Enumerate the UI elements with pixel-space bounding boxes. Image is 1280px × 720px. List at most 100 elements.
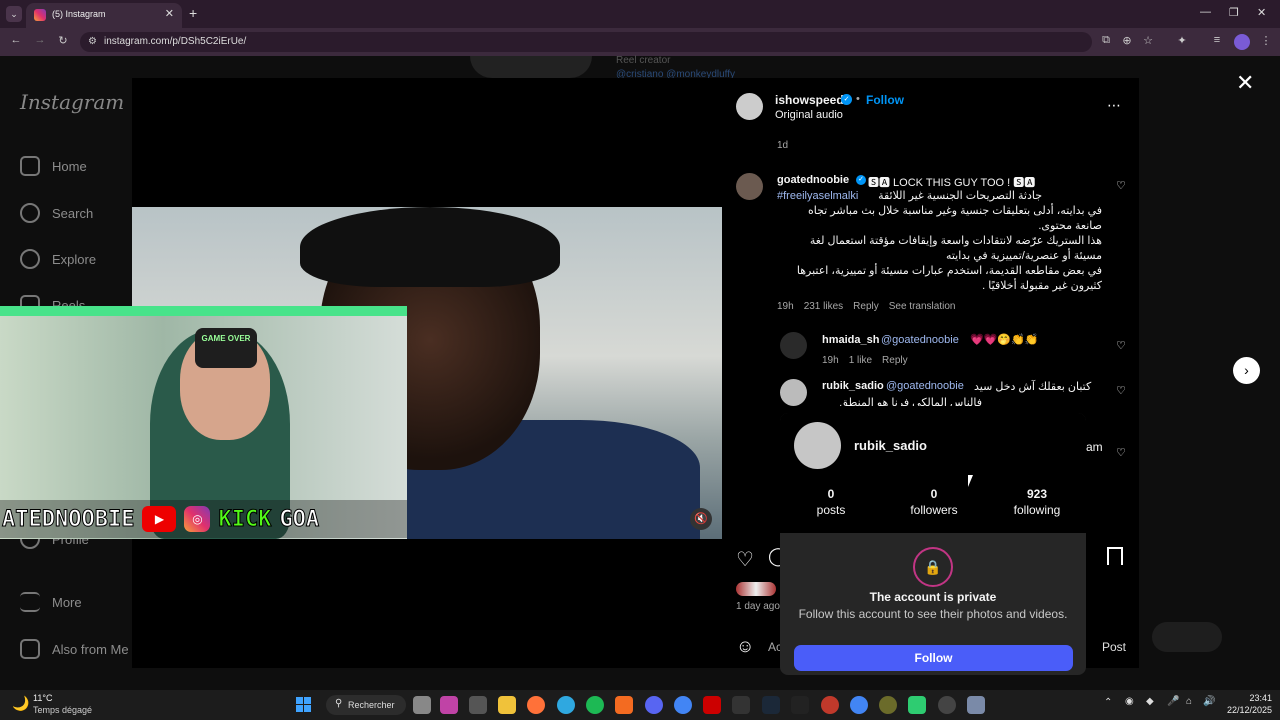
forward-icon[interactable]: →	[32, 34, 48, 50]
sidebar-item-home[interactable]: Home	[20, 154, 87, 178]
close-tab-icon[interactable]: ✕	[165, 7, 174, 20]
comment-username[interactable]: goatednoobie	[777, 174, 849, 186]
comment-avatar[interactable]	[780, 379, 807, 406]
comment-mention[interactable]: @goatednoobie	[881, 334, 959, 346]
mute-toggle-icon[interactable]: 🔇	[690, 508, 712, 530]
hover-card-trailing-text: am	[1086, 440, 1103, 454]
menu-icon	[20, 592, 40, 612]
search-icon: ⚲	[335, 698, 343, 709]
hover-card-follow-button[interactable]: Follow	[794, 645, 1073, 671]
browser-menu-icon[interactable]: ⋮	[1258, 34, 1274, 50]
instagram-logo[interactable]: Instagram	[20, 90, 124, 114]
post-author-avatar[interactable]	[736, 93, 763, 120]
like-comment-icon[interactable]: ♡	[1116, 339, 1126, 352]
new-tab-button[interactable]: +	[189, 5, 197, 21]
network-icon[interactable]: ⌂	[1186, 696, 1192, 707]
url-text: instagram.com/p/DSh5C2iErUe/	[104, 36, 247, 47]
messages-bubble[interactable]	[1152, 622, 1222, 652]
settings-icon[interactable]	[967, 696, 985, 714]
see-translation-link[interactable]: See translation	[889, 301, 956, 312]
tray-app-icon[interactable]: ◉	[1125, 696, 1134, 707]
profile-avatar[interactable]	[1234, 34, 1250, 50]
address-bar[interactable]: ⚙ instagram.com/p/DSh5C2iErUe/	[80, 32, 1092, 52]
app-icon[interactable]	[469, 696, 487, 714]
comment-likes[interactable]: 1 like	[849, 355, 872, 366]
app-icon[interactable]	[615, 696, 633, 714]
comment-avatar[interactable]	[780, 332, 807, 359]
app-icon[interactable]	[879, 696, 897, 714]
reply-link[interactable]: Reply	[882, 355, 908, 366]
instagram-icon: ◎	[184, 506, 211, 532]
weather-temp[interactable]: 11°C	[33, 693, 52, 703]
post-author-username[interactable]: ishowspeed	[775, 93, 844, 107]
post-comment-button[interactable]: Post	[1102, 640, 1126, 654]
zoom-icon[interactable]: ⊕	[1119, 34, 1135, 50]
extensions-icon[interactable]: ✦	[1174, 34, 1190, 50]
weather-desc[interactable]: Temps dégagé	[33, 705, 92, 715]
sidebar-item-label: Search	[52, 205, 94, 221]
windows-start-icon[interactable]	[296, 697, 311, 712]
app-icon[interactable]	[908, 696, 926, 714]
save-bookmark-icon[interactable]	[1107, 547, 1123, 565]
clock-date[interactable]: 22/12/2025	[1222, 705, 1272, 715]
stat-following[interactable]: 923 following	[992, 487, 1082, 517]
more-options-icon[interactable]: ⋯	[1107, 97, 1121, 114]
app-icon[interactable]	[440, 696, 458, 714]
sidebar-item-more[interactable]: More	[20, 590, 82, 614]
comment-avatar[interactable]	[736, 173, 763, 200]
next-post-chevron-icon[interactable]: ›	[1233, 357, 1260, 384]
bookmark-star-icon[interactable]: ☆	[1140, 34, 1156, 50]
comment-username[interactable]: rubik_sadio	[822, 380, 884, 392]
comment-likes[interactable]: 231 likes	[804, 301, 843, 312]
site-info-icon[interactable]: ⚙	[88, 36, 97, 47]
hover-card-username[interactable]: rubik_sadio	[854, 438, 927, 453]
comment-meta: 19h 1 like Reply	[822, 355, 908, 366]
audio-label[interactable]: Original audio	[775, 109, 843, 121]
like-post-icon[interactable]: ♡	[736, 547, 754, 572]
app-icon[interactable]	[732, 696, 750, 714]
like-comment-icon[interactable]: ♡	[1116, 384, 1126, 397]
sidebar-item-search[interactable]: Search	[20, 201, 93, 225]
tray-chevron-icon[interactable]: ⌃	[1104, 697, 1112, 708]
comment-mention[interactable]: @goatednoobie	[886, 380, 964, 392]
firefox-icon[interactable]	[527, 696, 545, 714]
comment-username[interactable]: hmaida_sh	[822, 334, 879, 346]
hover-card-avatar[interactable]	[794, 422, 841, 469]
microphone-icon[interactable]: 🎤	[1167, 696, 1179, 707]
taskbar-search-box[interactable]: ⚲ Rechercher	[326, 695, 406, 715]
reload-icon[interactable]: ↻	[55, 34, 71, 50]
chrome-active-icon[interactable]	[850, 696, 868, 714]
back-icon[interactable]: ←	[8, 34, 24, 50]
reply-link[interactable]: Reply	[853, 301, 879, 312]
close-modal-icon[interactable]: ✕	[1236, 70, 1254, 96]
like-comment-icon[interactable]: ♡	[1116, 446, 1126, 459]
install-app-icon[interactable]: ⧉	[1098, 34, 1114, 50]
app-icon[interactable]	[791, 696, 809, 714]
volume-icon[interactable]: 🔊	[1203, 696, 1215, 707]
spotify-icon[interactable]	[586, 696, 604, 714]
clock-time[interactable]: 23:41	[1232, 693, 1272, 703]
minimize-button[interactable]: —	[1200, 6, 1211, 18]
restore-button[interactable]: ❐	[1229, 6, 1239, 19]
close-window-button[interactable]: ✕	[1257, 6, 1266, 19]
app-icon[interactable]	[821, 696, 839, 714]
stat-followers[interactable]: 0 followers	[889, 487, 979, 517]
emoji-icon[interactable]: ☺	[736, 636, 754, 657]
edge-icon[interactable]	[557, 696, 575, 714]
app-icon[interactable]	[703, 696, 721, 714]
file-explorer-icon[interactable]	[498, 696, 516, 714]
sidebar-item-explore[interactable]: Explore	[20, 247, 96, 271]
discord-icon[interactable]	[645, 696, 663, 714]
tray-app-icon[interactable]: ◆	[1146, 696, 1154, 707]
steam-icon[interactable]	[762, 696, 780, 714]
chrome-icon[interactable]	[674, 696, 692, 714]
task-view-icon[interactable]	[413, 696, 431, 714]
like-comment-icon[interactable]: ♡	[1116, 179, 1126, 192]
liked-by-avatars[interactable]	[736, 582, 776, 596]
follow-link[interactable]: Follow	[866, 93, 904, 107]
app-icon[interactable]	[938, 696, 956, 714]
browser-tab[interactable]: (5) Instagram ✕	[26, 3, 182, 28]
tab-list-button[interactable]: ⌄	[6, 6, 22, 22]
reading-list-icon[interactable]: ≡	[1209, 34, 1225, 50]
sidebar-item-also-from-meta[interactable]: Also from Me	[20, 637, 129, 661]
